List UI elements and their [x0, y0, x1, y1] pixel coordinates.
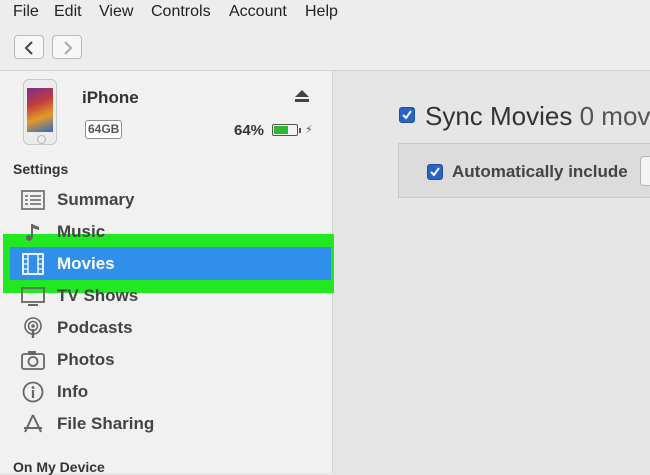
summary-icon — [21, 190, 45, 210]
info-icon — [22, 381, 44, 403]
sidebar-item-label: Summary — [57, 190, 135, 209]
menu-controls[interactable]: Controls — [151, 3, 211, 21]
tv-shows-icon — [21, 287, 45, 306]
auto-include-checkbox[interactable] — [427, 164, 443, 180]
sync-movies-heading: Sync Movies 0 mov — [425, 101, 650, 132]
device-capacity-badge: 64GB — [85, 120, 123, 139]
sidebar-item-info[interactable]: Info — [0, 376, 333, 408]
menu-bar: File Edit View Controls Account Help — [0, 0, 650, 26]
sidebar-item-file-sharing[interactable]: File Sharing — [0, 408, 333, 440]
sidebar-item-label: Info — [57, 382, 89, 401]
sidebar-item-summary[interactable]: Summary — [0, 184, 333, 216]
sidebar-item-podcasts[interactable]: Podcasts — [0, 312, 333, 344]
sidebar-item-label: Music — [57, 222, 106, 241]
sync-movies-checkbox[interactable] — [399, 107, 415, 123]
eject-icon[interactable] — [294, 89, 310, 103]
toolbar — [0, 26, 650, 71]
checkmark-icon — [402, 110, 412, 120]
menu-edit[interactable]: Edit — [54, 3, 82, 21]
back-button[interactable] — [14, 35, 44, 59]
iphone-device-icon — [23, 79, 57, 145]
auto-include-dropdown[interactable] — [640, 156, 650, 186]
menu-file[interactable]: File — [13, 3, 39, 21]
file-sharing-icon — [24, 414, 42, 433]
chevron-right-icon — [64, 41, 73, 55]
sync-movies-count: 0 mov — [579, 101, 650, 131]
sidebar-item-label: Movies — [57, 254, 115, 273]
battery-percent: 64% — [234, 122, 265, 139]
auto-include-label: Automatically include — [452, 162, 628, 181]
sidebar-item-label: Podcasts — [57, 318, 133, 337]
photos-icon — [21, 351, 45, 370]
battery-icon — [272, 124, 301, 136]
forward-button[interactable] — [52, 35, 82, 59]
device-name: iPhone — [82, 88, 139, 107]
charging-icon: ⚡ — [305, 124, 313, 136]
sync-movies-label: Sync Movies — [425, 101, 573, 131]
podcasts-icon — [24, 317, 42, 338]
sidebar-item-label: File Sharing — [57, 414, 155, 433]
menu-account[interactable]: Account — [229, 3, 287, 21]
checkmark-icon — [430, 167, 440, 177]
movies-icon — [22, 253, 44, 275]
chevron-left-icon — [24, 41, 33, 55]
menu-view[interactable]: View — [99, 3, 133, 21]
settings-section-label: Settings — [13, 161, 69, 177]
sidebar-item-label: TV Shows — [57, 286, 139, 305]
sidebar-item-photos[interactable]: Photos — [0, 344, 333, 376]
sidebar-item-music[interactable]: Music — [0, 216, 333, 248]
menu-help[interactable]: Help — [305, 3, 338, 21]
sidebar-item-label: Photos — [57, 350, 115, 369]
music-icon — [26, 224, 39, 241]
sidebar-item-movies[interactable]: Movies — [0, 248, 333, 280]
sidebar-item-tv-shows[interactable]: TV Shows — [0, 280, 333, 312]
